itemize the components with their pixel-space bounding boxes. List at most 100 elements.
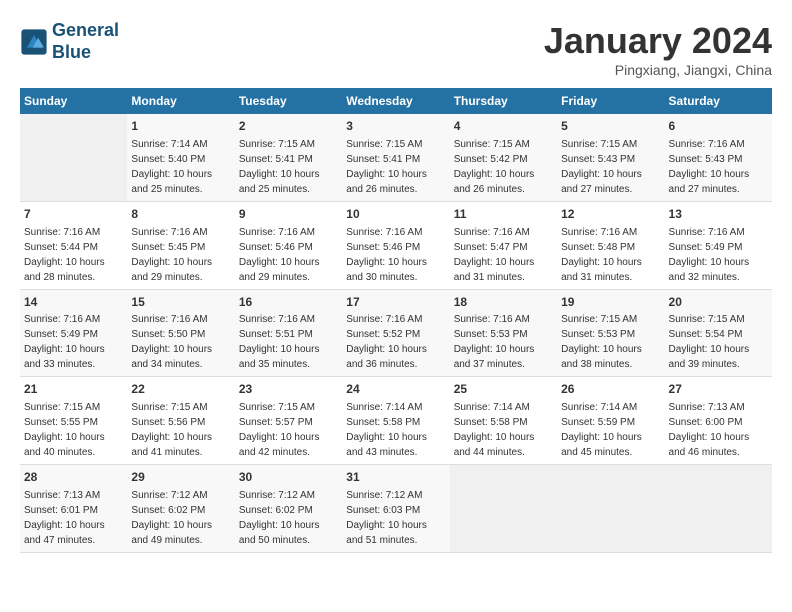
sunrise-text: Sunrise: 7:15 AM <box>669 314 745 325</box>
day-info: Sunrise: 7:16 AM Sunset: 5:49 PM Dayligh… <box>669 225 768 285</box>
sunrise-text: Sunrise: 7:14 AM <box>561 402 637 413</box>
weekday-header-thursday: Thursday <box>450 88 557 114</box>
day-number: 31 <box>346 469 445 486</box>
daylight-text: Daylight: 10 hours and 30 minutes. <box>346 257 427 283</box>
sunset-text: Sunset: 5:43 PM <box>561 154 635 165</box>
day-info: Sunrise: 7:15 AM Sunset: 5:41 PM Dayligh… <box>239 137 338 197</box>
weekday-header-saturday: Saturday <box>665 88 772 114</box>
day-number: 28 <box>24 469 123 486</box>
sunset-text: Sunset: 6:01 PM <box>24 505 98 516</box>
week-row-5: 28 Sunrise: 7:13 AM Sunset: 6:01 PM Dayl… <box>20 465 772 553</box>
day-number: 2 <box>239 118 338 135</box>
day-number: 26 <box>561 381 660 398</box>
daylight-text: Daylight: 10 hours and 39 minutes. <box>669 344 750 370</box>
sunrise-text: Sunrise: 7:14 AM <box>454 402 530 413</box>
sunrise-text: Sunrise: 7:13 AM <box>669 402 745 413</box>
sunrise-text: Sunrise: 7:14 AM <box>346 402 422 413</box>
day-number: 9 <box>239 206 338 223</box>
calendar-cell: 28 Sunrise: 7:13 AM Sunset: 6:01 PM Dayl… <box>20 465 127 553</box>
daylight-text: Daylight: 10 hours and 43 minutes. <box>346 432 427 458</box>
sunset-text: Sunset: 5:49 PM <box>669 242 743 253</box>
day-info: Sunrise: 7:15 AM Sunset: 5:53 PM Dayligh… <box>561 312 660 372</box>
sunset-text: Sunset: 6:02 PM <box>131 505 205 516</box>
day-info: Sunrise: 7:16 AM Sunset: 5:47 PM Dayligh… <box>454 225 553 285</box>
calendar-cell: 29 Sunrise: 7:12 AM Sunset: 6:02 PM Dayl… <box>127 465 234 553</box>
sunrise-text: Sunrise: 7:15 AM <box>24 402 100 413</box>
sunset-text: Sunset: 5:40 PM <box>131 154 205 165</box>
day-number: 23 <box>239 381 338 398</box>
calendar-cell: 17 Sunrise: 7:16 AM Sunset: 5:52 PM Dayl… <box>342 289 449 377</box>
daylight-text: Daylight: 10 hours and 44 minutes. <box>454 432 535 458</box>
daylight-text: Daylight: 10 hours and 28 minutes. <box>24 257 105 283</box>
title-block: January 2024 Pingxiang, Jiangxi, China <box>544 20 772 78</box>
day-info: Sunrise: 7:16 AM Sunset: 5:44 PM Dayligh… <box>24 225 123 285</box>
calendar-cell: 10 Sunrise: 7:16 AM Sunset: 5:46 PM Dayl… <box>342 201 449 289</box>
sunrise-text: Sunrise: 7:16 AM <box>561 227 637 238</box>
sunset-text: Sunset: 5:52 PM <box>346 329 420 340</box>
sunrise-text: Sunrise: 7:13 AM <box>24 490 100 501</box>
sunset-text: Sunset: 5:48 PM <box>561 242 635 253</box>
sunset-text: Sunset: 5:51 PM <box>239 329 313 340</box>
sunrise-text: Sunrise: 7:16 AM <box>669 227 745 238</box>
day-info: Sunrise: 7:16 AM Sunset: 5:48 PM Dayligh… <box>561 225 660 285</box>
day-number: 17 <box>346 294 445 311</box>
sunrise-text: Sunrise: 7:16 AM <box>239 227 315 238</box>
logo-line2: Blue <box>52 42 119 64</box>
day-info: Sunrise: 7:12 AM Sunset: 6:02 PM Dayligh… <box>131 488 230 548</box>
daylight-text: Daylight: 10 hours and 37 minutes. <box>454 344 535 370</box>
daylight-text: Daylight: 10 hours and 26 minutes. <box>346 169 427 195</box>
sunset-text: Sunset: 5:46 PM <box>346 242 420 253</box>
calendar-cell: 18 Sunrise: 7:16 AM Sunset: 5:53 PM Dayl… <box>450 289 557 377</box>
sunset-text: Sunset: 5:59 PM <box>561 417 635 428</box>
day-number: 18 <box>454 294 553 311</box>
day-info: Sunrise: 7:16 AM Sunset: 5:46 PM Dayligh… <box>239 225 338 285</box>
day-info: Sunrise: 7:14 AM Sunset: 5:58 PM Dayligh… <box>454 400 553 460</box>
calendar-cell: 4 Sunrise: 7:15 AM Sunset: 5:42 PM Dayli… <box>450 114 557 201</box>
logo: General Blue <box>20 20 119 63</box>
day-info: Sunrise: 7:16 AM Sunset: 5:43 PM Dayligh… <box>669 137 768 197</box>
calendar-cell: 14 Sunrise: 7:16 AM Sunset: 5:49 PM Dayl… <box>20 289 127 377</box>
day-number: 29 <box>131 469 230 486</box>
sunrise-text: Sunrise: 7:12 AM <box>131 490 207 501</box>
sunrise-text: Sunrise: 7:15 AM <box>561 139 637 150</box>
calendar-cell <box>20 114 127 201</box>
calendar-cell: 31 Sunrise: 7:12 AM Sunset: 6:03 PM Dayl… <box>342 465 449 553</box>
sunrise-text: Sunrise: 7:16 AM <box>24 314 100 325</box>
calendar-cell: 6 Sunrise: 7:16 AM Sunset: 5:43 PM Dayli… <box>665 114 772 201</box>
day-number: 27 <box>669 381 768 398</box>
day-info: Sunrise: 7:12 AM Sunset: 6:03 PM Dayligh… <box>346 488 445 548</box>
day-number: 13 <box>669 206 768 223</box>
day-info: Sunrise: 7:16 AM Sunset: 5:50 PM Dayligh… <box>131 312 230 372</box>
day-info: Sunrise: 7:15 AM Sunset: 5:43 PM Dayligh… <box>561 137 660 197</box>
calendar-cell: 11 Sunrise: 7:16 AM Sunset: 5:47 PM Dayl… <box>450 201 557 289</box>
calendar-cell: 26 Sunrise: 7:14 AM Sunset: 5:59 PM Dayl… <box>557 377 664 465</box>
day-number: 25 <box>454 381 553 398</box>
daylight-text: Daylight: 10 hours and 46 minutes. <box>669 432 750 458</box>
calendar-cell <box>557 465 664 553</box>
sunset-text: Sunset: 5:41 PM <box>346 154 420 165</box>
sunset-text: Sunset: 5:58 PM <box>454 417 528 428</box>
daylight-text: Daylight: 10 hours and 41 minutes. <box>131 432 212 458</box>
day-number: 19 <box>561 294 660 311</box>
day-info: Sunrise: 7:15 AM Sunset: 5:54 PM Dayligh… <box>669 312 768 372</box>
daylight-text: Daylight: 10 hours and 27 minutes. <box>561 169 642 195</box>
daylight-text: Daylight: 10 hours and 38 minutes. <box>561 344 642 370</box>
calendar-cell: 25 Sunrise: 7:14 AM Sunset: 5:58 PM Dayl… <box>450 377 557 465</box>
weekday-header-tuesday: Tuesday <box>235 88 342 114</box>
calendar-cell: 22 Sunrise: 7:15 AM Sunset: 5:56 PM Dayl… <box>127 377 234 465</box>
daylight-text: Daylight: 10 hours and 25 minutes. <box>239 169 320 195</box>
day-number: 20 <box>669 294 768 311</box>
day-number: 16 <box>239 294 338 311</box>
day-info: Sunrise: 7:15 AM Sunset: 5:56 PM Dayligh… <box>131 400 230 460</box>
calendar-cell: 5 Sunrise: 7:15 AM Sunset: 5:43 PM Dayli… <box>557 114 664 201</box>
sunset-text: Sunset: 5:50 PM <box>131 329 205 340</box>
day-info: Sunrise: 7:14 AM Sunset: 5:58 PM Dayligh… <box>346 400 445 460</box>
day-number: 1 <box>131 118 230 135</box>
calendar-table: SundayMondayTuesdayWednesdayThursdayFrid… <box>20 88 772 553</box>
calendar-cell: 16 Sunrise: 7:16 AM Sunset: 5:51 PM Dayl… <box>235 289 342 377</box>
sunset-text: Sunset: 5:43 PM <box>669 154 743 165</box>
logo-text: General Blue <box>52 20 119 63</box>
day-info: Sunrise: 7:12 AM Sunset: 6:02 PM Dayligh… <box>239 488 338 548</box>
day-number: 12 <box>561 206 660 223</box>
day-info: Sunrise: 7:15 AM Sunset: 5:41 PM Dayligh… <box>346 137 445 197</box>
